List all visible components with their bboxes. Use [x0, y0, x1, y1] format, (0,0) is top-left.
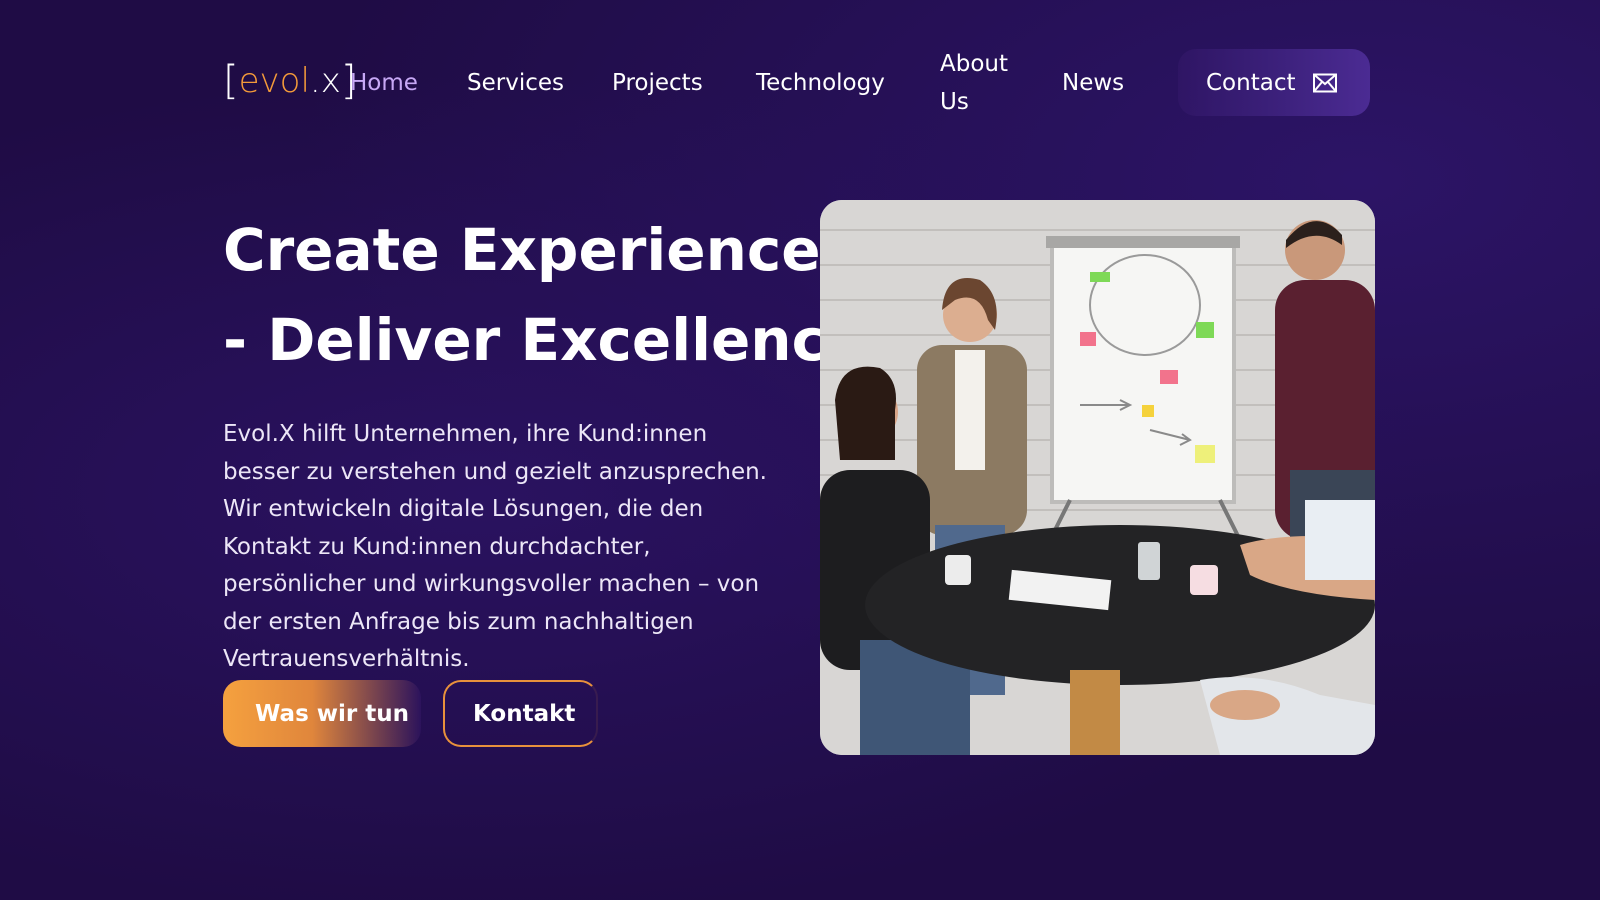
- kontakt-button[interactable]: Kontakt: [443, 680, 598, 747]
- what-we-do-button-label: Was wir tun: [255, 700, 409, 727]
- hero-team-photo: [820, 200, 1375, 755]
- hero-title-line-2: - Deliver Excellence: [223, 306, 866, 374]
- contact-button[interactable]: Contact: [1178, 49, 1370, 116]
- nav-projects[interactable]: Projects: [612, 64, 703, 102]
- nav-news[interactable]: News: [1062, 64, 1124, 102]
- page: [ evol . x ] Home Services Projects Tech…: [0, 0, 1600, 900]
- mail-icon: [1313, 73, 1338, 93]
- what-we-do-button[interactable]: Was wir tun: [223, 680, 421, 747]
- contact-button-label: Contact: [1206, 69, 1296, 96]
- nav-about-us[interactable]: About Us: [940, 45, 1030, 121]
- hero-title-line-1: Create Experience: [223, 216, 821, 284]
- logo-evol: evol: [238, 61, 310, 101]
- logo-bracket-open: [: [223, 58, 239, 104]
- nav-technology[interactable]: Technology: [756, 64, 885, 102]
- hero-title: Create Experience - Deliver Excellence: [223, 205, 866, 385]
- nav-home[interactable]: Home: [350, 64, 418, 102]
- hero-description: Evol.X hilft Unternehmen, ihre Kund:inne…: [223, 421, 767, 672]
- logo-dot: .: [309, 61, 321, 101]
- nav-services[interactable]: Services: [467, 64, 564, 102]
- logo-x: x: [320, 61, 341, 101]
- team-meeting-illustration: [820, 200, 1375, 755]
- logo[interactable]: [ evol . x ]: [223, 60, 356, 102]
- kontakt-button-label: Kontakt: [473, 700, 576, 727]
